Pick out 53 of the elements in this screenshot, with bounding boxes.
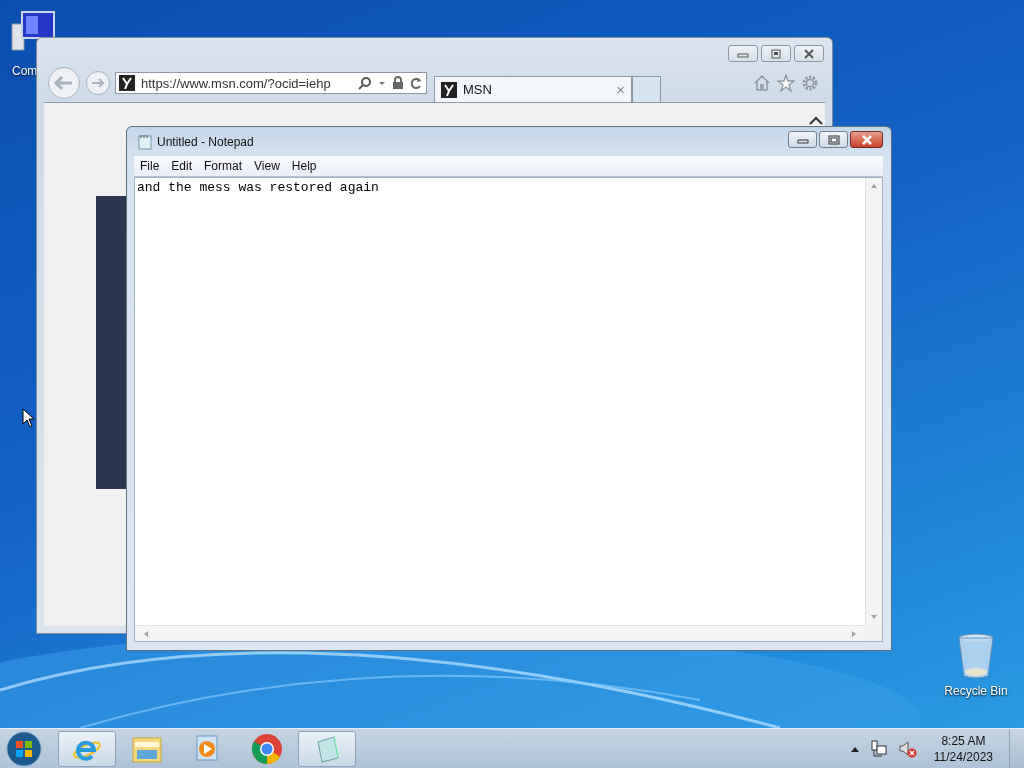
site-logo-icon	[119, 75, 135, 91]
menu-item[interactable]: File	[134, 159, 166, 173]
scroll-left-icon[interactable]	[143, 629, 149, 638]
show-desktop-button[interactable]	[1009, 729, 1024, 768]
window-title: Untitled - Notepad	[157, 134, 254, 149]
menu-item[interactable]: Edit	[165, 159, 199, 173]
taskbar-button[interactable]	[298, 730, 356, 767]
menu-item[interactable]: Format	[198, 159, 249, 173]
new-tab-button[interactable]	[632, 76, 661, 102]
recycle-bin-icon[interactable]	[956, 632, 996, 680]
maximize-icon	[827, 134, 840, 145]
scroll-down-icon[interactable]	[870, 614, 878, 620]
notepad-icon	[138, 133, 152, 150]
settings-icon[interactable]	[801, 74, 819, 92]
address-bar[interactable]: https://www.msn.com/?ocid=iehp	[115, 72, 427, 94]
start-button[interactable]	[6, 730, 42, 767]
minimize-button[interactable]	[788, 131, 817, 148]
close-button[interactable]	[794, 45, 824, 62]
play-icon	[193, 733, 221, 764]
close-icon	[803, 48, 815, 59]
restore-button[interactable]	[761, 45, 791, 62]
mouse-cursor-icon	[22, 408, 34, 428]
menu-item[interactable]: View	[248, 159, 286, 173]
close-icon	[859, 134, 874, 145]
star-icon[interactable]	[777, 74, 795, 92]
home-icon[interactable]	[753, 74, 771, 92]
clock-time[interactable]: 8:25 AM	[941, 733, 986, 748]
site-logo-icon	[441, 81, 457, 98]
back-icon[interactable]	[47, 66, 81, 100]
scroll-up-icon[interactable]	[870, 183, 878, 189]
forward-icon[interactable]	[85, 70, 111, 96]
resize-grip[interactable]	[865, 625, 882, 641]
chevron-up-icon[interactable]	[809, 116, 823, 126]
vertical-scrollbar[interactable]	[865, 178, 882, 625]
taskbar-button[interactable]	[58, 730, 116, 767]
maximize-button[interactable]	[819, 131, 848, 148]
chrome-icon	[251, 732, 283, 765]
search-icon[interactable]	[358, 76, 372, 90]
network-icon[interactable]	[869, 739, 888, 758]
url-text[interactable]: https://www.msn.com/?ocid=iehp	[141, 75, 352, 91]
volume-muted-icon[interactable]	[897, 739, 918, 758]
document-text: and the mess was restored again	[137, 180, 379, 195]
desktop-icon-label[interactable]: Com	[12, 64, 38, 78]
menu-item[interactable]: Help	[285, 159, 323, 173]
restore-icon	[770, 48, 782, 59]
tab-close-button[interactable]: ×	[616, 81, 625, 98]
scroll-right-icon[interactable]	[851, 629, 857, 638]
refresh-icon[interactable]	[410, 76, 422, 90]
browser-tab[interactable]: MSN ×	[434, 76, 632, 102]
clock-date[interactable]: 11/24/2023	[933, 749, 993, 764]
lock-icon	[392, 76, 404, 90]
horizontal-scrollbar[interactable]	[135, 625, 865, 641]
close-button[interactable]	[850, 131, 883, 148]
